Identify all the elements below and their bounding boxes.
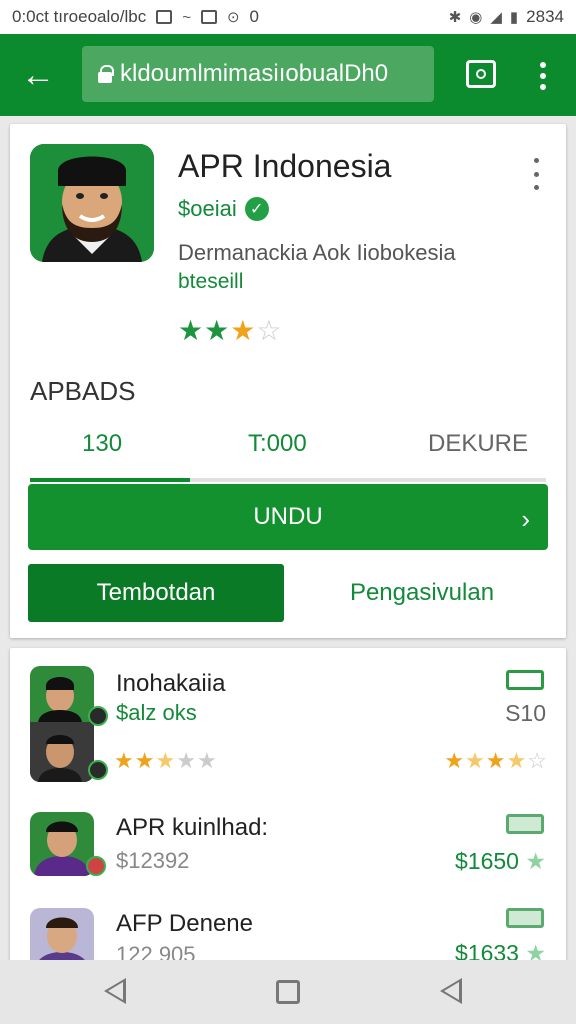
- media-icon: ~: [182, 8, 191, 26]
- list-item-icon: [30, 812, 94, 876]
- lock-icon: [98, 65, 114, 83]
- sync-icon: ⊙: [226, 9, 240, 26]
- battery-icon: ▮: [509, 9, 519, 26]
- stats-row: 130 T:000 DEKURE: [30, 430, 546, 466]
- list-item-price: $1650 ★: [455, 848, 546, 875]
- star-icon: ★: [525, 848, 546, 874]
- developer-row[interactable]: $oeiai ✓: [178, 196, 269, 222]
- star-icon: ★: [204, 315, 231, 346]
- tab-other[interactable]: Pengasivulan: [296, 564, 548, 622]
- app-icon: [30, 144, 154, 262]
- list-item-rating-right: ★★★★☆: [444, 748, 548, 773]
- related-apps-list: Inohakaiia $alz oks ★★★★★ S10 ★★★★☆ APR …: [10, 648, 566, 968]
- url-bar[interactable]: kldoumlmimasiıobualDh0: [82, 46, 434, 102]
- chevron-right-icon: ›: [521, 504, 530, 534]
- stats-section-label: APBADS: [30, 376, 136, 406]
- avatar-icon: [30, 144, 154, 262]
- install-button[interactable]: UNDU ›: [28, 484, 548, 550]
- install-label: UNDU: [253, 503, 323, 530]
- badge-icon: [86, 856, 106, 876]
- list-item-subtitle: $alz oks: [116, 700, 197, 725]
- nav-home-icon[interactable]: [276, 980, 300, 1004]
- app-bar: ← kldoumlmimasiıobualDh0: [0, 34, 576, 116]
- app-detail-card: APR Indonesia $oeiai ✓ Dermanackia Aok I…: [10, 124, 566, 638]
- list-item-price-text: $1650: [455, 848, 519, 874]
- verified-icon: ✓: [244, 197, 269, 221]
- list-item-icon: [30, 666, 94, 782]
- status-time: 0:0ct tıroeoalo/lbc: [12, 7, 147, 26]
- developer-name: $oeiai: [178, 196, 237, 221]
- status-small-text: 0: [249, 7, 260, 26]
- arrow-left-icon: ←: [21, 55, 55, 94]
- progress-fill: [30, 478, 190, 482]
- list-item[interactable]: APR kuinlhad: $12392 $1650 ★: [10, 798, 566, 888]
- list-item-price: S10: [505, 700, 546, 726]
- signal-icon: ◢: [490, 9, 502, 26]
- wifi-icon: ◉: [469, 9, 483, 26]
- stat-downloads: 130: [82, 430, 123, 457]
- star-empty-icon: ☆: [256, 315, 283, 346]
- nav-recent-icon[interactable]: [440, 978, 462, 1004]
- app-description: Dermanackia Aok Iiobokesia: [178, 240, 456, 265]
- badge-icon: [88, 760, 108, 780]
- url-text: kldoumlmimasiıobualDh0: [120, 60, 389, 87]
- battery-text: 2834: [526, 7, 564, 26]
- list-item-title: Inohakaiia: [116, 670, 226, 697]
- stat-category: DEKURE: [428, 430, 529, 457]
- list-item-rating: ★★★★★: [114, 748, 218, 773]
- nav-back-icon[interactable]: [104, 978, 126, 1004]
- notification-icon: [156, 10, 173, 24]
- tabs-icon: [476, 69, 486, 79]
- list-item-icon: [30, 908, 94, 968]
- photo-icon: [200, 10, 217, 24]
- more-vert-button[interactable]: [528, 58, 558, 94]
- star-icon: ★: [230, 315, 257, 346]
- overflow-menu-button[interactable]: [528, 158, 544, 190]
- app-category: bteseill: [178, 270, 244, 293]
- stat-reviews: T:000: [248, 430, 307, 457]
- list-item-title: AFP Denene: [116, 910, 253, 937]
- list-item-title: APR kuinlhad:: [116, 814, 269, 841]
- tab-active[interactable]: Tembotdan: [28, 564, 284, 622]
- list-item-action-icon[interactable]: [506, 814, 544, 834]
- app-title: APR Indonesia: [178, 148, 392, 184]
- app-rating: ★★★☆: [178, 314, 282, 347]
- progress-track: [30, 478, 546, 482]
- star-icon: ★: [178, 315, 205, 346]
- status-bar: 0:0ct tıroeoalo/lbc ~ ⊙ 0 ✱ ◉ ◢ ▮ 2834: [0, 0, 576, 34]
- back-button[interactable]: ←: [0, 34, 76, 116]
- badge-icon: [88, 706, 108, 726]
- list-item-action-icon[interactable]: [506, 908, 544, 928]
- list-item[interactable]: AFP Denene 122 905 $1633 ★: [10, 894, 566, 968]
- list-item-action-icon[interactable]: [506, 670, 544, 690]
- list-item[interactable]: Inohakaiia $alz oks ★★★★★ S10 ★★★★☆: [10, 648, 566, 788]
- tabs-button[interactable]: [466, 60, 496, 88]
- bluetooth-icon: ✱: [448, 9, 462, 26]
- system-nav-bar: [0, 960, 576, 1024]
- list-item-subtitle: $12392: [116, 848, 190, 873]
